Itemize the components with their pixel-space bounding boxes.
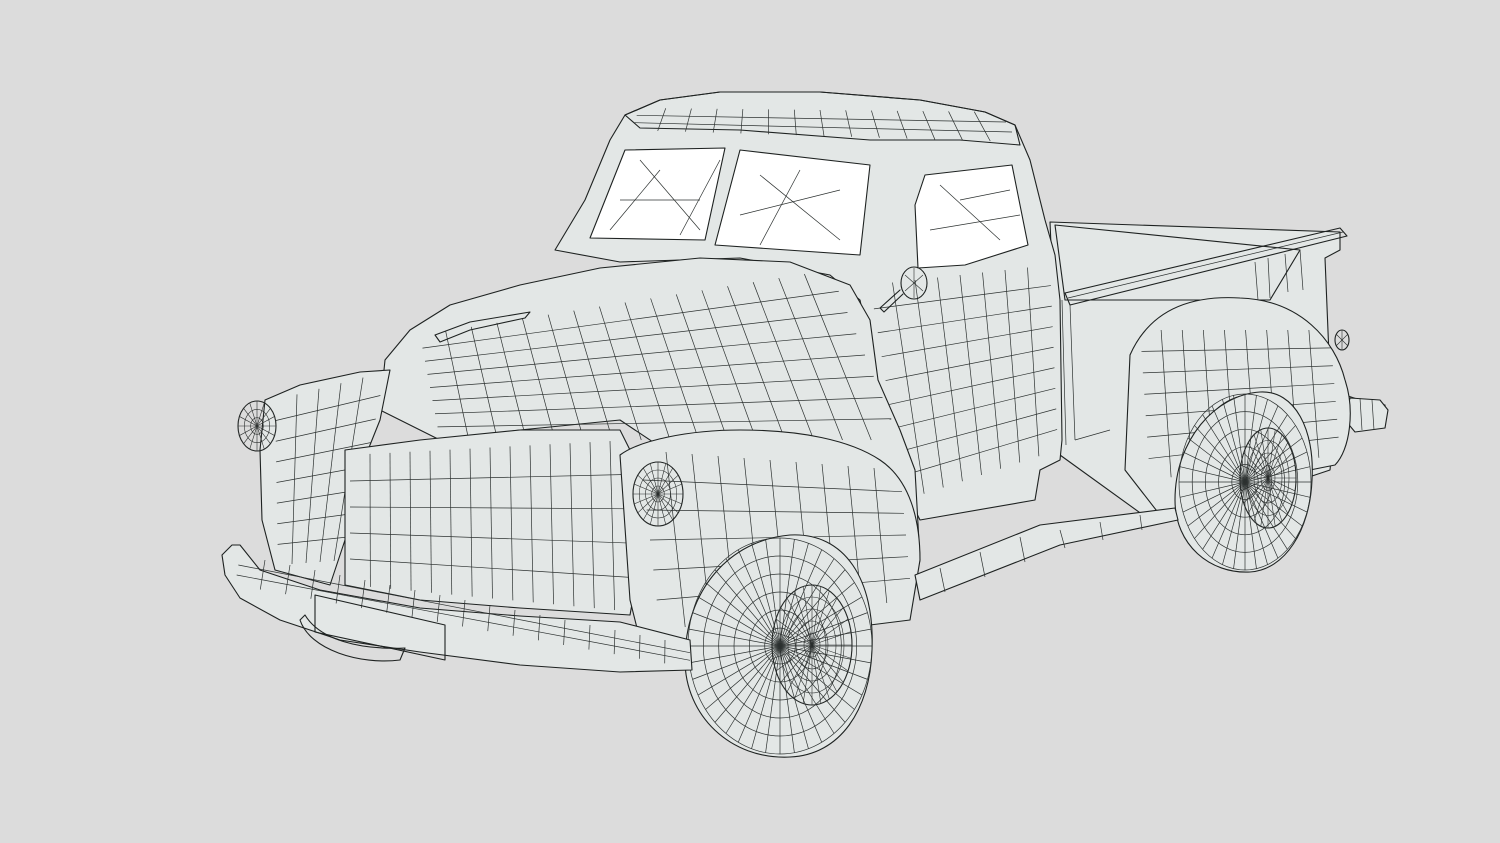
- truck-wireframe-model: [0, 0, 1500, 843]
- 3d-viewport[interactable]: [0, 0, 1500, 843]
- grille-face: [344, 429, 641, 616]
